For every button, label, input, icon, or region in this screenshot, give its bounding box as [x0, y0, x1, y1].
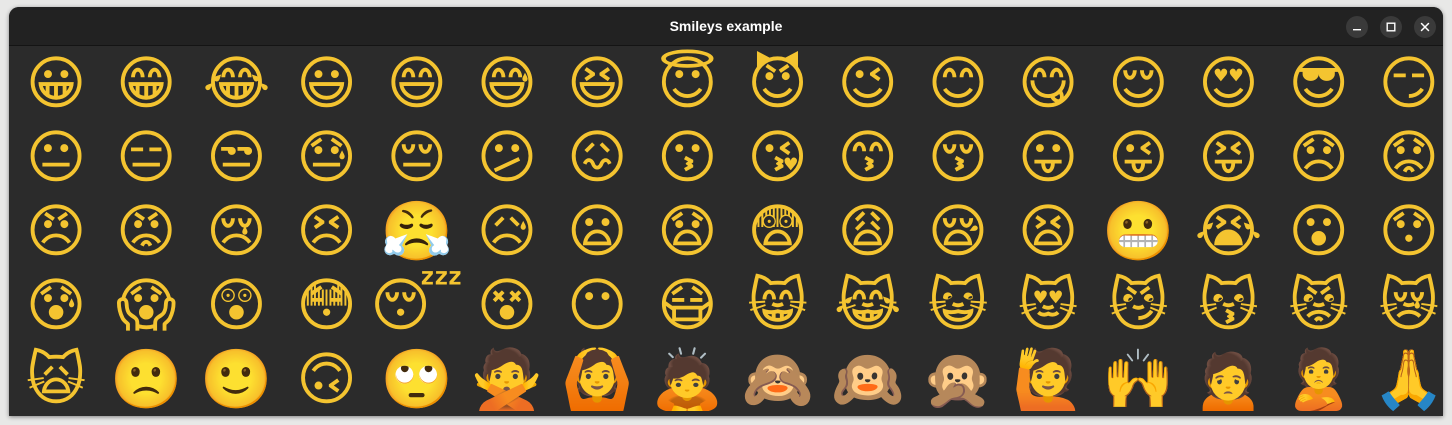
emoji-cell[interactable]: 😣	[282, 194, 372, 268]
emoji-panel: 😀 😁 😂 😃 😄 😅 😆 😇 😈 😉 😊 😋 😌 😍 😎 😏 😐 😑 😒 😓 😔 😕 😖 😗 😘 😙 😚 😛 😜 😝 😞 😟 😠 😡 😢 😣 😤 😥 😦 😧…	[9, 46, 1443, 416]
emoji-cell[interactable]: 😨	[733, 194, 823, 268]
emoji-cell[interactable]: 😫	[1003, 194, 1093, 268]
emoji-cell[interactable]: 😯	[1364, 194, 1443, 268]
emoji-cell[interactable]: 😜	[1093, 120, 1183, 194]
emoji-cell[interactable]: 😼	[1093, 268, 1183, 342]
close-icon	[1420, 22, 1430, 32]
emoji-cell[interactable]: 😕	[462, 120, 552, 194]
window-title: Smileys example	[669, 18, 783, 34]
emoji-cell[interactable]: 🙃	[282, 342, 372, 416]
emoji-cell[interactable]: 😤	[372, 194, 462, 268]
emoji-cell[interactable]: 😟	[1364, 120, 1443, 194]
emoji-cell[interactable]: 😉	[823, 46, 913, 120]
emoji-cell[interactable]: 😬	[1093, 194, 1183, 268]
emoji-cell[interactable]: 🙋	[1003, 342, 1093, 416]
emoji-cell[interactable]: 😈	[733, 46, 823, 120]
emoji-cell[interactable]: 😱	[101, 268, 191, 342]
emoji-cell[interactable]: 😆	[552, 46, 642, 120]
emoji-cell[interactable]: 😛	[1003, 120, 1093, 194]
emoji-cell[interactable]: 😲	[191, 268, 281, 342]
emoji-cell[interactable]: 😓	[282, 120, 372, 194]
emoji-cell[interactable]: 😊	[913, 46, 1003, 120]
emoji-cell[interactable]: 😺	[913, 268, 1003, 342]
minimize-icon	[1353, 29, 1361, 31]
emoji-cell[interactable]: 😹	[823, 268, 913, 342]
emoji-cell[interactable]: 😪	[913, 194, 1003, 268]
emoji-cell[interactable]: 😮	[1274, 194, 1364, 268]
app-window: Smileys example 😀 😁 😂 😃 😄 😅 😆 😇 😈 😉 😊 😋 😌 😍 😎 😏 😐 😑 😒 😓 😔 😕 😖 😗…	[9, 7, 1443, 416]
emoji-cell[interactable]: 😚	[913, 120, 1003, 194]
emoji-cell[interactable]: 😑	[101, 120, 191, 194]
emoji-cell[interactable]: 🙀	[11, 342, 101, 416]
emoji-cell[interactable]: 😠	[11, 194, 101, 268]
emoji-cell[interactable]: 😿	[1364, 268, 1443, 342]
emoji-cell[interactable]: 😙	[823, 120, 913, 194]
emoji-cell[interactable]: 😌	[1093, 46, 1183, 120]
emoji-cell[interactable]: 😒	[191, 120, 281, 194]
emoji-cell[interactable]: 😵	[462, 268, 552, 342]
emoji-cell[interactable]: 😩	[823, 194, 913, 268]
emoji-cell[interactable]: 😎	[1274, 46, 1364, 120]
emoji-cell[interactable]: 😭	[1183, 194, 1273, 268]
maximize-icon	[1386, 22, 1396, 32]
emoji-cell[interactable]: 😔	[372, 120, 462, 194]
emoji-cell[interactable]: 😸	[733, 268, 823, 342]
emoji-cell[interactable]: 😂	[191, 46, 281, 120]
emoji-cell[interactable]: 😴	[372, 268, 462, 342]
emoji-cell[interactable]: 😦	[552, 194, 642, 268]
emoji-cell[interactable]: 😧	[642, 194, 732, 268]
emoji-cell[interactable]: 🙅	[462, 342, 552, 416]
emoji-cell[interactable]: 😃	[282, 46, 372, 120]
emoji-cell[interactable]: 😁	[101, 46, 191, 120]
emoji-cell[interactable]: 😍	[1183, 46, 1273, 120]
emoji-cell[interactable]: 😰	[11, 268, 101, 342]
emoji-cell[interactable]: 😘	[733, 120, 823, 194]
emoji-cell[interactable]: 😽	[1183, 268, 1273, 342]
emoji-cell[interactable]: 🙍	[1183, 342, 1273, 416]
emoji-grid: 😀 😁 😂 😃 😄 😅 😆 😇 😈 😉 😊 😋 😌 😍 😎 😏 😐 😑 😒 😓 😔 😕 😖 😗 😘 😙 😚 😛 😜 😝 😞 😟 😠 😡 😢 😣 😤 😥 😦 😧…	[11, 46, 1443, 416]
emoji-cell[interactable]: 😀	[11, 46, 101, 120]
emoji-cell[interactable]: 😻	[1003, 268, 1093, 342]
emoji-cell[interactable]: 😥	[462, 194, 552, 268]
close-button[interactable]	[1414, 16, 1436, 38]
emoji-cell[interactable]: 🙇	[642, 342, 732, 416]
emoji-cell[interactable]: 😝	[1183, 120, 1273, 194]
emoji-cell[interactable]: 😡	[101, 194, 191, 268]
emoji-cell[interactable]: 🙁	[101, 342, 191, 416]
emoji-cell[interactable]: 😅	[462, 46, 552, 120]
emoji-cell[interactable]: 😋	[1003, 46, 1093, 120]
emoji-cell[interactable]: 🙄	[372, 342, 462, 416]
emoji-cell[interactable]: 😷	[642, 268, 732, 342]
emoji-cell[interactable]: 😞	[1274, 120, 1364, 194]
emoji-cell[interactable]: 🙊	[913, 342, 1003, 416]
title-bar[interactable]: Smileys example	[9, 7, 1443, 46]
emoji-cell[interactable]: 🙌	[1093, 342, 1183, 416]
emoji-cell[interactable]: 😏	[1364, 46, 1443, 120]
emoji-cell[interactable]: 😄	[372, 46, 462, 120]
emoji-cell[interactable]: 🙂	[191, 342, 281, 416]
emoji-cell[interactable]: 😶	[552, 268, 642, 342]
emoji-cell[interactable]: 🙏	[1364, 342, 1443, 416]
emoji-cell[interactable]: 🙈	[733, 342, 823, 416]
emoji-cell[interactable]: 😳	[282, 268, 372, 342]
emoji-cell[interactable]: 😐	[11, 120, 101, 194]
emoji-cell[interactable]: 🙎	[1274, 342, 1364, 416]
emoji-cell[interactable]: 😇	[642, 46, 732, 120]
minimize-button[interactable]	[1346, 16, 1368, 38]
emoji-cell[interactable]: 🙉	[823, 342, 913, 416]
emoji-cell[interactable]: 😢	[191, 194, 281, 268]
maximize-button[interactable]	[1380, 16, 1402, 38]
emoji-cell[interactable]: 😗	[642, 120, 732, 194]
emoji-cell[interactable]: 😖	[552, 120, 642, 194]
emoji-cell[interactable]: 😾	[1274, 268, 1364, 342]
emoji-cell[interactable]: 🙆	[552, 342, 642, 416]
